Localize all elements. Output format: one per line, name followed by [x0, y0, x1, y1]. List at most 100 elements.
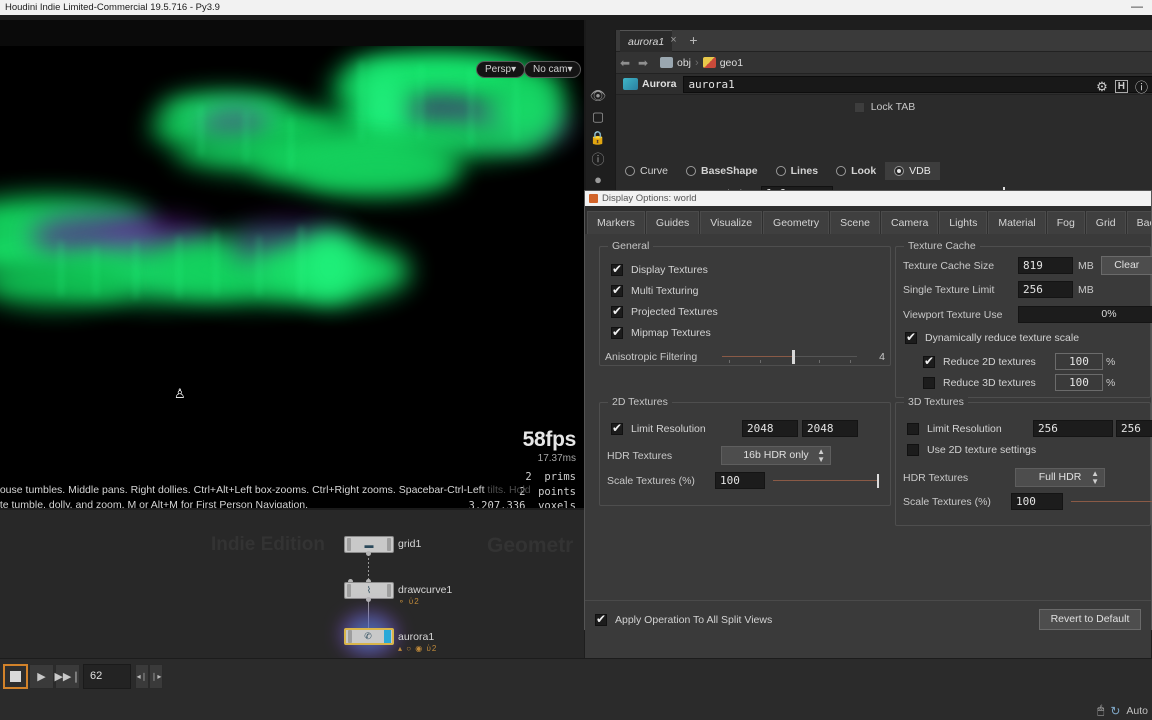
network-editor[interactable]: [0, 510, 584, 658]
close-icon[interactable]: ×: [667, 34, 680, 47]
checkbox-2d-limit-resolution[interactable]: Limit Resolution 2048 2048: [611, 420, 858, 437]
forward-arrow-icon[interactable]: ➡: [634, 56, 652, 70]
checkbox-mipmap-textures[interactable]: Mipmap Textures: [611, 325, 711, 339]
viewport-fps-readout: 58fps 17.37ms: [523, 428, 577, 464]
breadcrumb-item-geo1[interactable]: geo1: [702, 57, 743, 69]
stop-button[interactable]: [3, 663, 28, 689]
hdr-textures-2d-value: 16b HDR only: [743, 449, 809, 461]
step-back-button[interactable]: ◂❘: [135, 663, 149, 689]
viewport-camera-persp-dropdown[interactable]: Persp▾: [476, 61, 526, 78]
step-forward-button[interactable]: ❘▸: [149, 663, 163, 689]
viewport-toolbar[interactable]: 👁 ▢ 🔒 ⓘ ●: [586, 85, 610, 190]
checkbox-use-2d-texture-settings[interactable]: Use 2D texture settings: [907, 444, 1036, 456]
checkbox-reduce-2d-textures[interactable]: Reduce 2D textures 100 %: [923, 353, 1115, 370]
transport-controls: ▶ ▶▶❘ 62 ◂❘ ❘▸: [3, 663, 163, 689]
add-tab-icon[interactable]: +: [686, 33, 701, 48]
refresh-icon[interactable]: ↻: [1110, 704, 1120, 718]
checkbox-multi-texturing[interactable]: Multi Texturing: [611, 283, 699, 297]
texture-cache-size-input[interactable]: 819: [1018, 257, 1073, 274]
nocam-label: No cam: [533, 64, 568, 75]
tab-visualize[interactable]: Visualize: [700, 211, 763, 234]
scale-textures-3d-input[interactable]: 100: [1011, 493, 1063, 510]
tab-markers[interactable]: Markers: [587, 211, 645, 234]
panel-divider-vertical[interactable]: [584, 20, 586, 190]
mouse-icon[interactable]: 🖱: [1097, 703, 1104, 718]
breadcrumb-separator: ›: [695, 56, 699, 69]
hdr-textures-2d-dropdown[interactable]: 16b HDR only ▲ ▼: [721, 446, 831, 465]
node-output-dot[interactable]: [366, 597, 371, 602]
limit-resolution-2d-width-input[interactable]: 2048: [742, 420, 798, 437]
sphere-icon[interactable]: ●: [586, 169, 610, 190]
apply-all-split-views-checkbox[interactable]: [595, 612, 607, 626]
clear-cache-button[interactable]: Clear: [1100, 256, 1152, 275]
lock-icon[interactable]: 🔒: [586, 127, 610, 148]
gear-icon[interactable]: ⚙: [1096, 79, 1108, 95]
texture-cache-size-label: Texture Cache Size: [903, 259, 995, 272]
breadcrumb-item-obj[interactable]: obj: [660, 57, 691, 69]
reduce-2d-percent-label: %: [1106, 355, 1116, 368]
checkbox-reduce-3d-textures[interactable]: Reduce 3D textures 100 %: [923, 374, 1115, 391]
checkbox-display-textures[interactable]: Display Textures: [611, 262, 708, 276]
checkbox-icon: [611, 421, 623, 435]
limit-resolution-2d-height-input[interactable]: 2048: [802, 420, 858, 437]
scale-textures-2d-input[interactable]: 100: [715, 472, 765, 489]
scale-textures-3d-slider[interactable]: [1071, 495, 1152, 509]
viewport-camera-select-dropdown[interactable]: No cam▾: [524, 61, 582, 78]
bulb-icon[interactable]: ⓘ: [586, 148, 610, 169]
play-button[interactable]: ▶: [29, 663, 54, 689]
tab-lines[interactable]: Lines: [767, 162, 827, 180]
node-render-flag[interactable]: [384, 630, 391, 643]
node-name-input[interactable]: aurora1: [683, 75, 1152, 93]
parameter-pane: aurora1 × + ⬅ ➡ obj › geo1 Aurora aurora…: [615, 30, 1152, 224]
tab-baseshape[interactable]: BaseShape: [677, 162, 767, 180]
lock-tab-checkbox[interactable]: [853, 101, 865, 113]
window-minimize-button[interactable]: —: [1128, 0, 1146, 15]
help-icon[interactable]: ⓘ: [1135, 77, 1148, 96]
snapshot-icon[interactable]: ▢: [586, 106, 610, 127]
row-anisotropic-filtering: Anisotropic Filtering 4: [605, 350, 885, 364]
node-output-dot[interactable]: [366, 551, 371, 556]
node-aurora1[interactable]: ✆: [344, 628, 394, 645]
row-single-texture-limit: Single Texture Limit 256 MB: [903, 281, 1094, 298]
breadcrumb-obj-label: obj: [677, 56, 692, 69]
geo-icon: [702, 57, 716, 68]
limit-resolution-3d-height-input[interactable]: 256: [1116, 420, 1152, 437]
tab-vdb[interactable]: VDB: [885, 162, 940, 180]
checkbox-3d-limit-resolution[interactable]: Limit Resolution 256 256: [907, 420, 1152, 437]
aurora-volume-render: [0, 46, 584, 510]
checkbox-dynamically-reduce[interactable]: Dynamically reduce texture scale: [905, 330, 1079, 344]
tab-curve[interactable]: Curve: [616, 162, 677, 180]
eye-icon[interactable]: 👁: [586, 85, 610, 106]
revert-to-default-button[interactable]: Revert to Default: [1039, 609, 1141, 630]
checkbox-projected-textures[interactable]: Projected Textures: [611, 304, 718, 318]
panel-divider-horizontal[interactable]: [0, 508, 584, 510]
tab-grid[interactable]: Grid: [1085, 211, 1126, 234]
scale-textures-3d-label: Scale Textures (%): [903, 495, 991, 508]
apply-all-split-views-label: Apply Operation To All Split Views: [615, 613, 773, 626]
display-options-dialog: Display Options: world Markers Guides Vi…: [584, 190, 1152, 720]
limit-resolution-3d-width-input[interactable]: 256: [1033, 420, 1113, 437]
single-texture-limit-input[interactable]: 256: [1018, 281, 1073, 298]
tab-guides[interactable]: Guides: [645, 211, 700, 234]
hdr-textures-3d-dropdown[interactable]: Full HDR ▲ ▼: [1015, 468, 1105, 487]
houdini-h-icon[interactable]: H: [1114, 80, 1128, 93]
reduce-2d-textures-input[interactable]: 100: [1055, 353, 1103, 370]
tab-camera[interactable]: Camera: [880, 211, 939, 234]
tab-fog[interactable]: Fog: [1046, 211, 1085, 234]
anisotropic-filtering-slider[interactable]: [722, 350, 858, 364]
reduce-3d-textures-input[interactable]: 100: [1055, 374, 1103, 391]
tab-scene[interactable]: Scene: [830, 211, 880, 234]
tab-material[interactable]: Material: [988, 211, 1046, 234]
current-frame-input[interactable]: 62: [83, 663, 131, 689]
tab-look[interactable]: Look: [827, 162, 885, 180]
jump-to-end-button[interactable]: ▶▶❘: [54, 663, 81, 689]
tab-background[interactable]: Background: [1126, 211, 1151, 234]
viewport-3d[interactable]: ♙ 58fps 17.37ms 2 prims 2 points 3,207,3…: [0, 20, 584, 510]
scale-textures-2d-slider[interactable]: [773, 473, 879, 488]
parameter-tab-aurora1[interactable]: aurora1: [620, 30, 673, 52]
back-arrow-icon[interactable]: ⬅: [616, 56, 634, 70]
tab-lights[interactable]: Lights: [939, 211, 988, 234]
tab-geometry[interactable]: Geometry: [763, 211, 830, 234]
group-texture-cache-title: Texture Cache: [904, 240, 980, 252]
breadcrumb: ⬅ ➡ obj › geo1: [616, 52, 1152, 74]
